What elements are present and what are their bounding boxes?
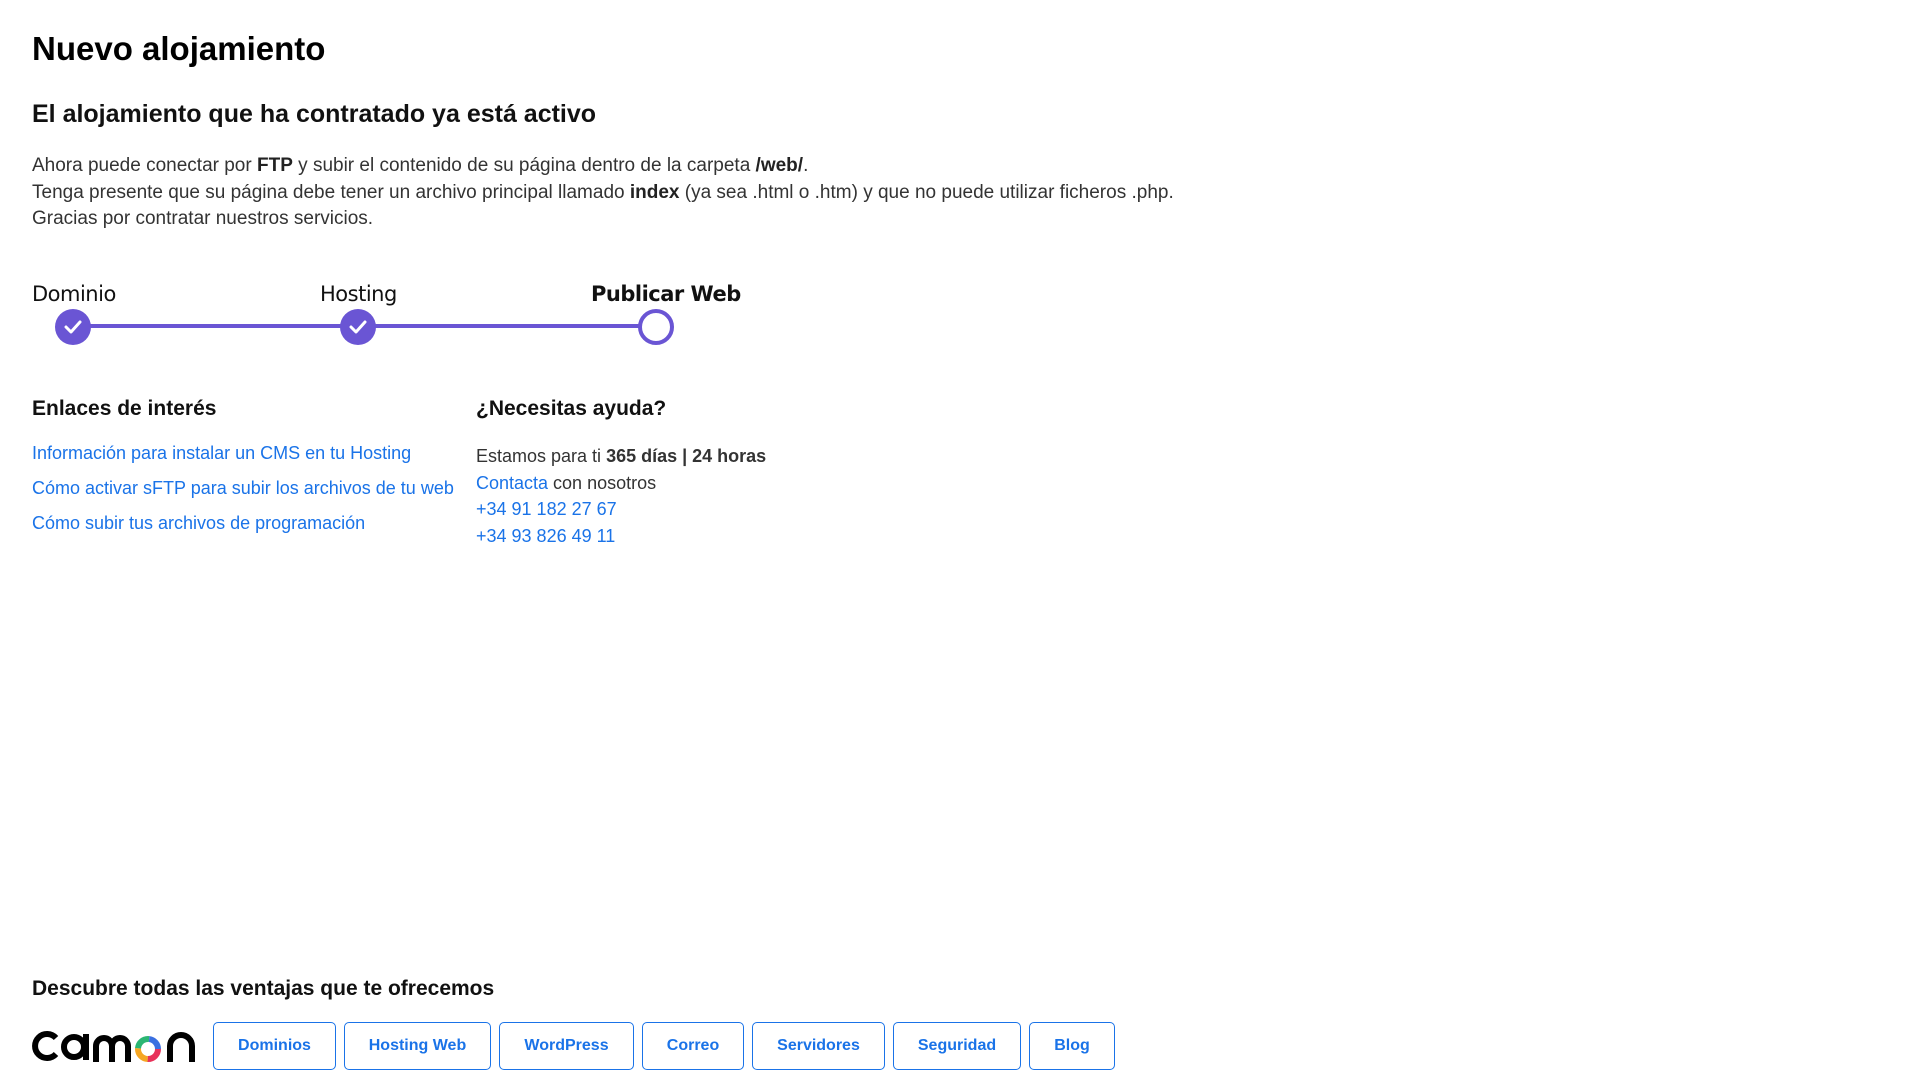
footer-title: Descubre todas las ventajas que te ofrec… [32,977,495,1000]
phone-madrid-link[interactable]: +34 91 182 27 67 [476,499,617,519]
intro-text-part: Tenga presente que su página debe tener … [32,181,630,203]
step-label-dominio: Dominio [32,282,116,306]
ftp-label: FTP [257,155,293,176]
phone-barcelona-link[interactable]: +34 93 826 49 11 [476,526,615,546]
link-install-cms[interactable]: Información para instalar un CMS en tu H… [32,443,411,463]
footer-button-wordpress[interactable]: WordPress [499,1022,634,1070]
index-label: index [629,181,680,203]
footer-button-hosting-web[interactable]: Hosting Web [344,1022,491,1070]
footer-button-dominios[interactable]: Dominios [213,1022,336,1070]
cdmon-logo[interactable] [32,1026,198,1066]
step-dominio-done [55,309,91,345]
step-publicar-web-current [638,309,674,345]
intro-text-part: y subir el contenido de su página dentro… [292,155,756,176]
contact-link[interactable]: Contacta [476,473,548,493]
intro-text-part: . [803,155,809,176]
intro-text-part: (ya sea .html o .htm) y que no puede uti… [679,181,1174,203]
footer-button-seguridad[interactable]: Seguridad [893,1022,1021,1070]
link-upload-programming-files[interactable]: Cómo subir tus archivos de programación [32,513,365,533]
check-icon [349,320,367,334]
footer-button-correo[interactable]: Correo [642,1022,744,1070]
links-list: Información para instalar un CMS en tu H… [32,443,454,548]
page-title: Nuevo alojamiento [32,30,326,67]
footer-button-servidores[interactable]: Servidores [752,1022,885,1070]
step-hosting-done [340,309,376,345]
check-icon [64,320,82,334]
links-section-title: Enlaces de interés [32,397,217,420]
intro-text: Ahora puede conectar por FTP y subir el … [32,153,1174,233]
link-activate-sftp[interactable]: Cómo activar sFTP para subir los archivo… [32,478,454,498]
contact-text: con nosotros [548,472,657,493]
footer-button-blog[interactable]: Blog [1029,1022,1115,1070]
step-label-publicar-web: Publicar Web [591,282,741,306]
thanks-text: Gracias por contratar nuestros servicios… [32,208,374,229]
web-folder-label: /web/ [755,155,804,176]
availability-hours: 365 días | 24 horas [606,446,767,466]
availability-text: Estamos para ti [476,446,607,466]
page-subtitle: El alojamiento que ha contratado ya está… [32,100,597,128]
help-section-title: ¿Necesitas ayuda? [476,397,667,420]
help-info: Estamos para ti 365 días | 24 horas Cont… [476,443,766,549]
step-label-hosting: Hosting [320,282,397,306]
intro-text-part: Ahora puede conectar por [32,155,257,176]
